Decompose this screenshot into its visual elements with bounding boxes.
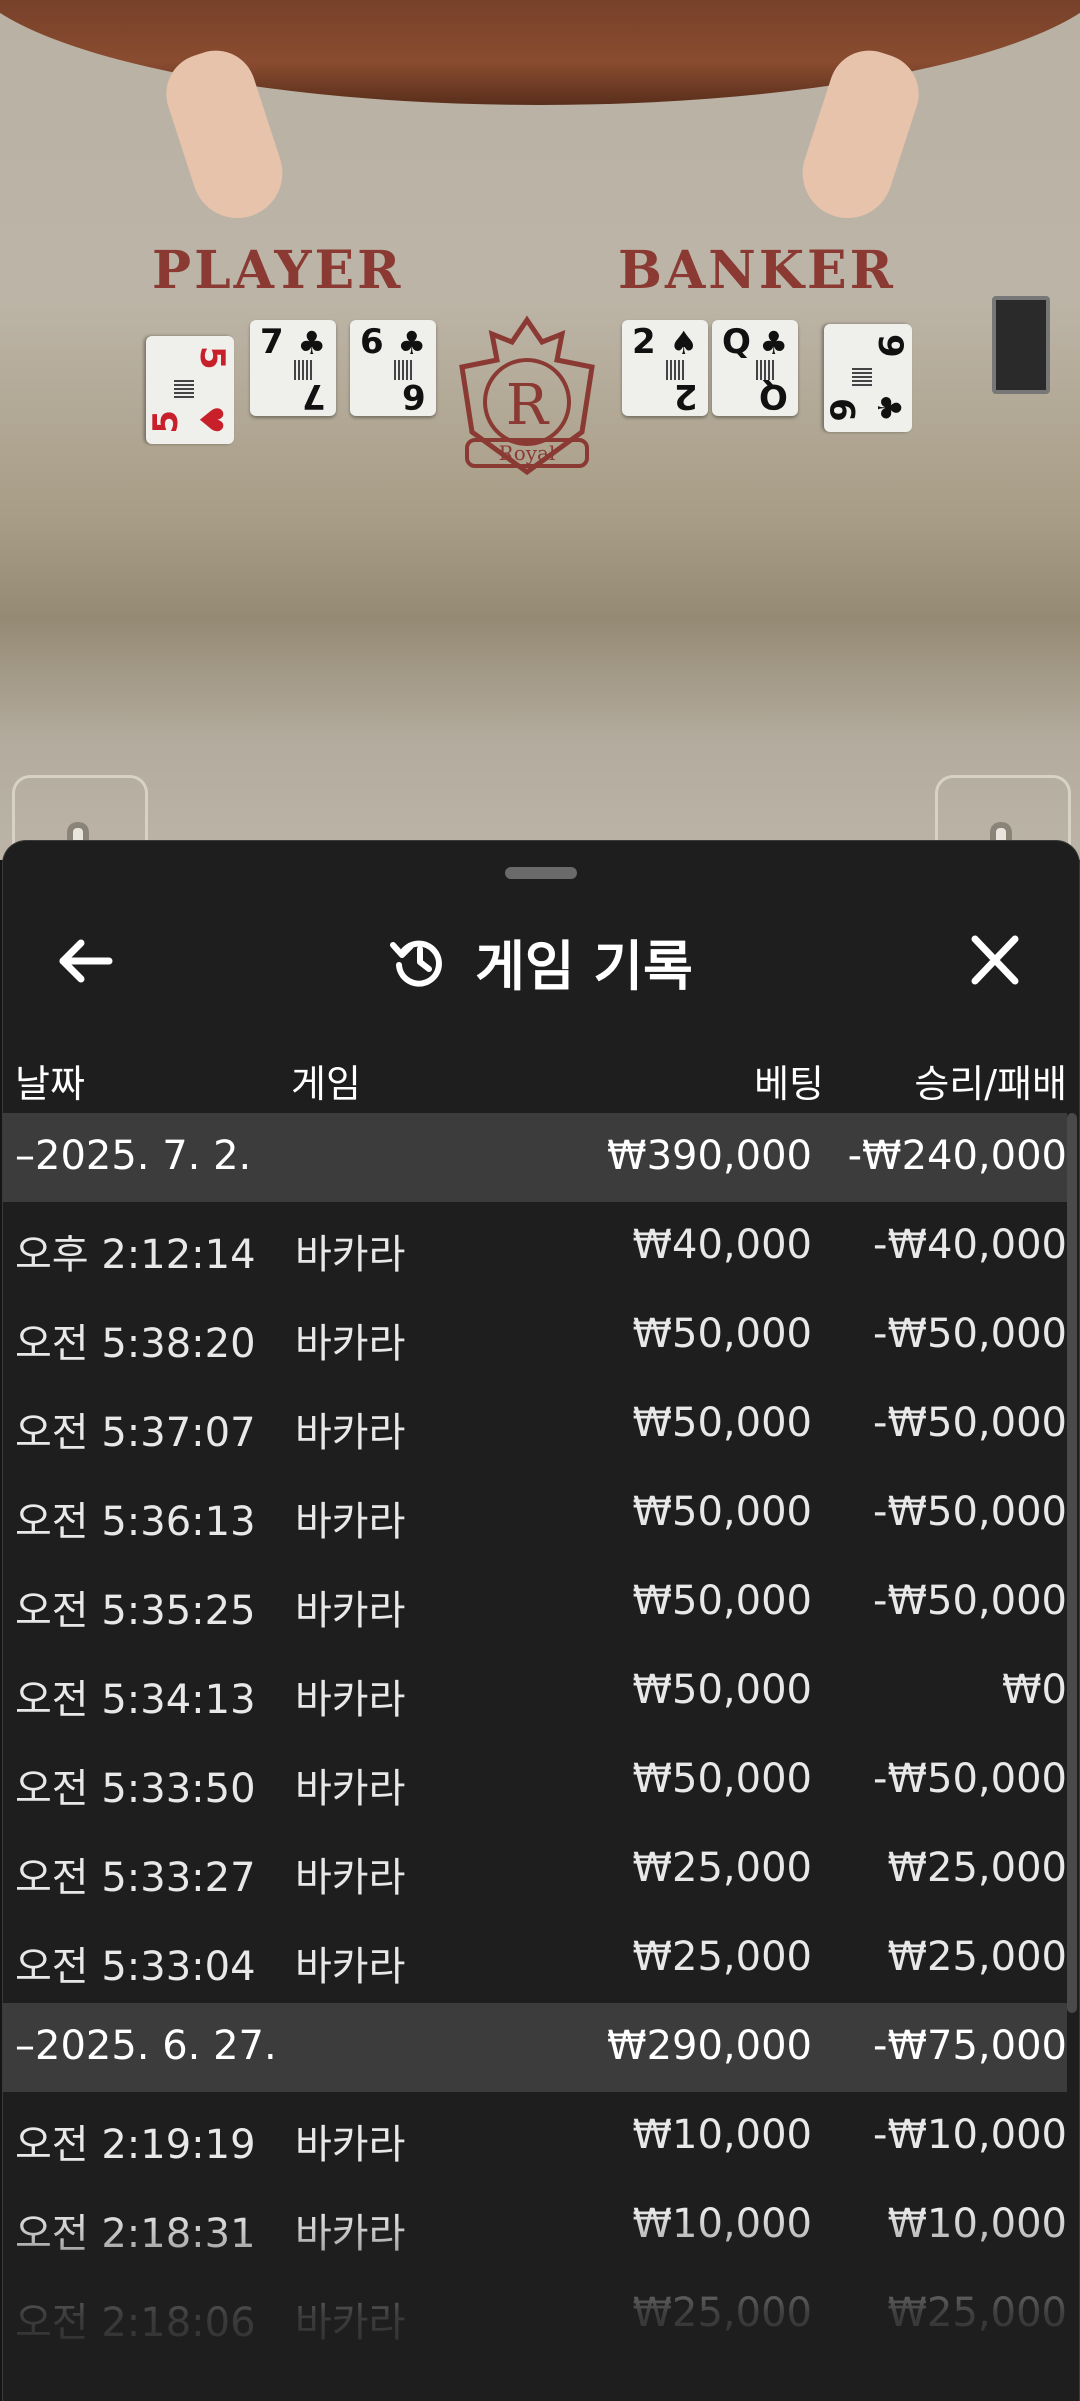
row-game: 바카라 [295,1321,406,1367]
live-table-video: PLAYER BANKER 5 ♥ 5 7 ♣ 7 6 ♣ 6 R Royal 2 ♠ 2 Q ♣… [0,0,1080,860]
history-list[interactable]: –2025. 7. 2. ₩390,000 -₩240,000 오후 2:12:… [3,1113,1079,2401]
row-game: 바카라 [295,1588,406,1634]
row-result: -₩50,000 [873,1489,1067,1535]
row-bet: ₩10,000 [632,2201,812,2247]
row-result: ₩10,000 [887,2201,1067,2247]
row-time: 오전 5:36:13 [15,1499,256,1545]
row-game: 바카라 [295,1499,406,1545]
row-bet: ₩25,000 [632,1934,812,1980]
row-time: 오전 5:33:27 [15,1855,256,1901]
row-bet: ₩25,000 [632,2290,812,2336]
row-time: 오전 5:33:04 [15,1944,256,1990]
row-result: -₩10,000 [873,2112,1067,2158]
row-time: 오전 5:37:07 [15,1410,256,1456]
history-row[interactable]: 오전 5:33:04 바카라 ₩25,000 ₩25,000 [3,1914,1067,2003]
sheet-header: 게임 기록 [3,901,1079,1021]
row-game: 바카라 [295,2300,406,2346]
row-bet: ₩50,000 [632,1667,812,1713]
back-button[interactable] [51,929,123,993]
game-history-sheet: 게임 기록 날짜 게임 베팅 승리/패배 –2025. 7. 2. ₩390,0… [2,840,1080,2401]
row-game: 바카라 [295,1855,406,1901]
table-header: 날짜 게임 베팅 승리/패배 [3,1031,1079,1119]
day-date: –2025. 6. 27. [15,2023,277,2069]
history-row[interactable]: 오전 5:37:07 바카라 ₩50,000 -₩50,000 [3,1380,1067,1469]
row-time: 오전 5:35:25 [15,1588,256,1634]
player-label: PLAYER [152,240,404,301]
history-row[interactable]: 오전 5:36:13 바카라 ₩50,000 -₩50,000 [3,1469,1067,1558]
row-time: 오전 2:19:19 [15,2122,256,2168]
row-game: 바카라 [295,1232,406,1278]
row-bet: ₩50,000 [632,1489,812,1535]
day-result-total: -₩240,000 [847,1133,1067,1179]
day-result-total: -₩75,000 [873,2023,1067,2069]
row-time: 오전 5:34:13 [15,1677,256,1723]
row-result: -₩50,000 [873,1756,1067,1802]
row-result: ₩0 [1002,1667,1067,1713]
row-game: 바카라 [295,2211,406,2257]
history-row[interactable]: 오전 5:33:50 바카라 ₩50,000 -₩50,000 [3,1736,1067,1825]
history-row[interactable]: 오전 2:19:19 바카라 ₩10,000 -₩10,000 [3,2092,1067,2181]
history-row[interactable]: 오전 5:35:25 바카라 ₩50,000 -₩50,000 [3,1558,1067,1647]
history-row[interactable]: 오전 5:33:27 바카라 ₩25,000 ₩25,000 [3,1825,1067,1914]
row-time: 오전 2:18:31 [15,2211,256,2257]
row-result: -₩50,000 [873,1400,1067,1446]
row-game: 바카라 [295,1677,406,1723]
row-bet: ₩40,000 [632,1222,812,1268]
history-row[interactable]: 오전 5:38:20 바카라 ₩50,000 -₩50,000 [3,1291,1067,1380]
row-result: ₩25,000 [887,2290,1067,2336]
day-bet-total: ₩390,000 [607,1133,812,1179]
column-header-game: 게임 [291,1062,361,1106]
sheet-title-group: 게임 기록 [3,901,1079,1021]
player-card-1: 5 ♥ 5 [146,336,234,444]
history-row[interactable]: 오전 5:34:13 바카라 ₩50,000 ₩0 [3,1647,1067,1736]
history-row[interactable]: 오전 2:18:31 바카라 ₩10,000 ₩10,000 [3,2181,1067,2270]
player-card-3: 6 ♣ 6 [350,320,436,416]
row-time: 오후 2:12:14 [15,1232,256,1278]
history-icon [390,940,443,987]
crest-letter: R [506,373,550,438]
day-bet-total: ₩290,000 [607,2023,812,2069]
day-summary-row[interactable]: –2025. 6. 27. ₩290,000 -₩75,000 [3,2003,1067,2092]
row-bet: ₩50,000 [632,1756,812,1802]
row-result: ₩25,000 [887,1845,1067,1891]
sheet-title: 게임 기록 [475,934,693,998]
day-date: –2025. 7. 2. [15,1133,252,1179]
row-game: 바카라 [295,2122,406,2168]
row-game: 바카라 [295,1766,406,1812]
column-header-bet: 베팅 [754,1062,824,1106]
banker-card-3: 9 ♣ 9 [824,324,912,432]
sheet-drag-handle[interactable] [505,867,577,879]
row-result: ₩25,000 [887,1934,1067,1980]
royal-crest-logo: R Royal [459,315,595,476]
banker-card-1: 2 ♠ 2 [622,320,708,416]
row-time: 오전 5:33:50 [15,1766,256,1812]
row-game: 바카라 [295,1944,406,1990]
row-bet: ₩50,000 [632,1578,812,1624]
crest-text: Royal [499,441,556,465]
arrow-left-icon [59,939,113,983]
row-bet: ₩50,000 [632,1400,812,1446]
row-bet: ₩50,000 [632,1311,812,1357]
history-row[interactable]: 오후 2:12:14 바카라 ₩40,000 -₩40,000 [3,1202,1067,1291]
column-header-result: 승리/패배 [914,1062,1067,1106]
row-bet: ₩25,000 [632,1845,812,1891]
card-shoe [992,296,1050,394]
player-card-2: 7 ♣ 7 [250,320,336,416]
row-result: -₩50,000 [873,1578,1067,1624]
banker-card-2: Q ♣ Q [712,320,798,416]
list-scrollbar[interactable] [1067,1113,1077,2013]
close-button[interactable] [959,929,1031,993]
row-result: -₩40,000 [873,1222,1067,1268]
row-result: -₩50,000 [873,1311,1067,1357]
banker-label: BANKER [618,240,896,301]
day-summary-row[interactable]: –2025. 7. 2. ₩390,000 -₩240,000 [3,1113,1067,1202]
row-time: 오전 2:18:06 [15,2300,256,2346]
column-header-date: 날짜 [15,1062,85,1106]
row-time: 오전 5:38:20 [15,1321,256,1367]
close-icon [971,935,1019,985]
row-game: 바카라 [295,1410,406,1456]
history-row[interactable]: 오전 2:18:06 바카라 ₩25,000 ₩25,000 [3,2270,1067,2359]
row-bet: ₩10,000 [632,2112,812,2158]
